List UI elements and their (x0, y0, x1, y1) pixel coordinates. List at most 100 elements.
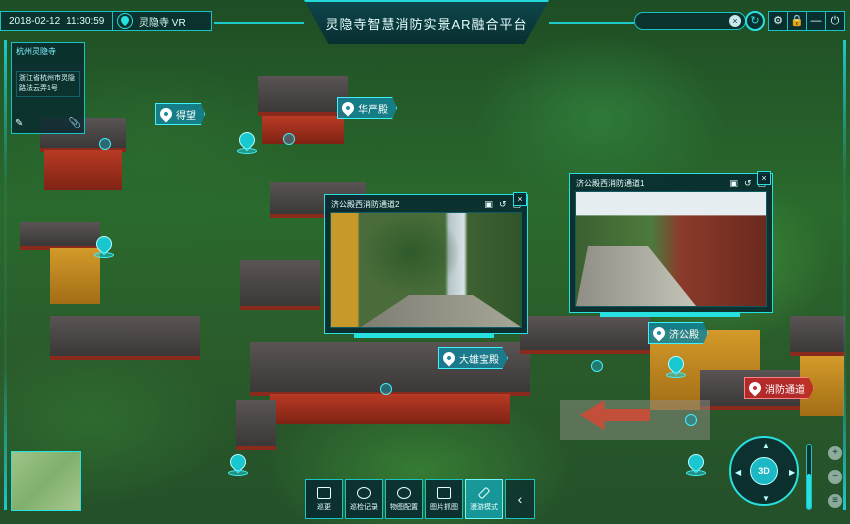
lock-button[interactable]: 🔒 (787, 11, 807, 31)
attach-icon[interactable]: 📎 (69, 118, 81, 129)
video-feed (330, 212, 522, 328)
map-pin-icon (440, 349, 458, 367)
date-text: 2018-02-12 (9, 15, 61, 27)
minimize-icon: — (810, 15, 822, 27)
map-pin-icon (650, 324, 668, 342)
sensor-marker[interactable] (99, 138, 111, 150)
hall-roof (240, 260, 320, 310)
layers-button[interactable]: ≡ (828, 494, 842, 508)
camera-marker[interactable] (684, 450, 708, 478)
video-glow (600, 313, 740, 317)
poi-label[interactable]: 大雄宝殿 (438, 347, 508, 369)
roam-mode-button[interactable]: 漫游模式 (465, 479, 503, 519)
poi-text: 大雄宝殿 (459, 354, 499, 366)
map-pin-icon (746, 379, 764, 397)
arrow-up-icon[interactable]: ▲ (762, 441, 770, 450)
video-header: 济公殿西消防通道1 ▣ ↺ ▢ (572, 176, 770, 190)
view-mode-toggle[interactable]: 3D (750, 457, 778, 485)
camera-marker[interactable] (226, 450, 250, 478)
toolbar-label: 巡检记录 (350, 503, 378, 511)
hall-roof (520, 316, 650, 354)
main-hall-wall (270, 394, 510, 424)
toolbar-label: 物图配置 (390, 503, 418, 511)
search-clear-button[interactable]: × (729, 15, 741, 27)
video-close-button[interactable]: × (757, 171, 771, 185)
screenshot-icon[interactable]: ▣ (484, 199, 493, 210)
search-input[interactable]: × (634, 12, 746, 30)
record-icon (357, 486, 371, 499)
hall-wall (50, 248, 100, 304)
location-selector[interactable]: 灵隐寺 VR (112, 11, 212, 31)
arrow-left-icon[interactable]: ◀ (735, 468, 741, 477)
inspection-record-button[interactable]: 巡检记录 (345, 479, 383, 519)
hall-wall (44, 150, 122, 190)
gear-icon: ⚙ (773, 15, 783, 27)
sensor-marker[interactable] (591, 360, 603, 372)
hall-roof (20, 222, 100, 250)
poi-label[interactable]: 得望 (155, 103, 205, 125)
video-title: 济公殿西消防通道1 (576, 178, 645, 188)
zoom-in-button[interactable]: + (828, 446, 842, 460)
minus-icon: − (832, 471, 838, 482)
toolbar-label: 巡更 (317, 503, 331, 511)
poi-label[interactable]: 华严殿 (337, 97, 397, 119)
road (576, 246, 696, 306)
sensor-marker[interactable] (685, 414, 697, 426)
lock-icon: 🔒 (790, 15, 804, 27)
config-button[interactable]: 物图配置 (385, 479, 423, 519)
camera-marker[interactable] (92, 232, 116, 260)
capture-button[interactable]: 图片抓图 (425, 479, 463, 519)
minimap[interactable] (11, 451, 81, 511)
hall-roof (50, 316, 200, 360)
poi-text: 得望 (176, 110, 196, 122)
video-feed (575, 191, 767, 307)
video-header: 济公殿西消防通道2 ▣ ↺ ▢ (327, 197, 525, 211)
settings-button[interactable]: ⚙ (768, 11, 788, 31)
hall-roof (790, 316, 845, 356)
page-title: 灵隐寺智慧消防实景AR融合平台 (325, 16, 528, 32)
platform-title-plate: 灵隐寺智慧消防实景AR融合平台 (304, 0, 549, 44)
zoom-out-button[interactable]: − (828, 470, 842, 484)
edit-icon[interactable]: ✎ (15, 118, 23, 129)
time-text: 11:30:59 (66, 15, 105, 27)
poi-text: 华严殿 (358, 104, 388, 116)
toolbar-label: 漫游模式 (470, 503, 498, 511)
screenshot-icon[interactable]: ▣ (729, 178, 738, 189)
navigation-compass[interactable]: ▲ ▼ ◀ ▶ 3D (729, 436, 799, 506)
minimize-button[interactable]: — (806, 11, 826, 31)
sensor-marker[interactable] (380, 383, 392, 395)
top-bar: 2018-02-12 11:30:59 灵隐寺 VR 灵隐寺智慧消防实景AR融合… (0, 0, 850, 44)
video-close-button[interactable]: × (513, 192, 527, 206)
right-frame-line (843, 40, 846, 510)
road (361, 295, 521, 327)
replay-icon[interactable]: ↺ (499, 199, 507, 210)
poi-label[interactable]: 济公殿 (648, 322, 708, 344)
video-window-1[interactable]: 济公殿西消防通道2 ▣ ↺ ▢ (324, 194, 528, 334)
patrol-button[interactable]: 巡更 (305, 479, 343, 519)
camera-marker[interactable] (664, 352, 688, 380)
title-deco-line (214, 22, 304, 24)
arrow-right-icon[interactable]: ▶ (789, 468, 795, 477)
map-pin-icon (157, 105, 175, 123)
image-icon (437, 486, 451, 499)
video-window-2[interactable]: 济公殿西消防通道1 ▣ ↺ ▢ (569, 173, 773, 313)
poi-label-alert[interactable]: 消防通道 (744, 377, 814, 399)
zoom-slider[interactable] (806, 444, 812, 510)
sensor-marker[interactable] (283, 133, 295, 145)
arrow-down-icon[interactable]: ▼ (762, 494, 770, 503)
replay-icon[interactable]: ↺ (744, 178, 752, 189)
info-panel-tools: ✎ 📎 (11, 112, 85, 134)
power-button[interactable]: ⏻ (825, 11, 845, 31)
video-title: 济公殿西消防通道2 (331, 199, 400, 209)
camera-marker[interactable] (235, 128, 259, 156)
refresh-icon: ↻ (750, 15, 760, 27)
video-glow (354, 334, 494, 338)
site-address: 浙江省杭州市灵隐路法云弄1号 (16, 71, 80, 97)
hall-roof (258, 76, 348, 116)
refresh-button[interactable]: ↻ (745, 11, 765, 31)
hall-wall (262, 116, 344, 144)
toolbar-collapse-button[interactable]: ‹ (505, 479, 535, 519)
location-text: 灵隐寺 VR (139, 17, 186, 29)
left-frame-line (4, 40, 7, 510)
power-icon: ⏻ (830, 15, 840, 27)
